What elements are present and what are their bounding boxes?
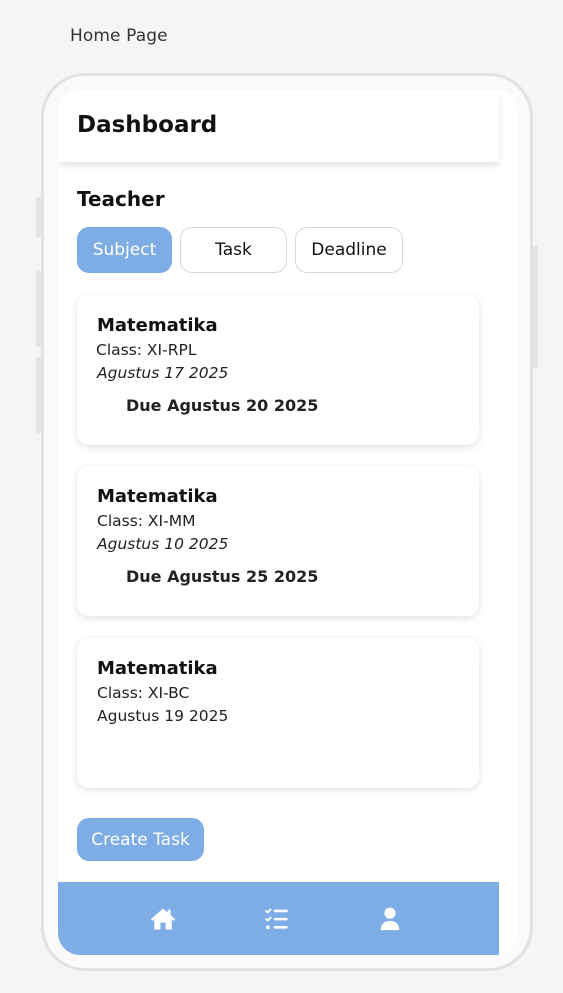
phone-side-button — [533, 246, 538, 368]
task-card[interactable]: Matematika Class: XI-MM Agustus 10 2025 … — [77, 466, 479, 616]
card-subject: Matematika — [97, 486, 218, 507]
card-subject: Matematika — [97, 315, 218, 336]
card-due-date: Due Agustus 25 2025 — [126, 567, 319, 586]
page-title: Dashboard — [77, 112, 218, 138]
phone-screen: Dashboard Teacher Subject Task Deadline … — [58, 90, 517, 955]
create-task-button[interactable]: Create Task — [77, 818, 204, 861]
tab-task[interactable]: Task — [180, 227, 287, 273]
tab-deadline[interactable]: Deadline — [295, 227, 403, 273]
card-due-date: Due Agustus 20 2025 — [126, 396, 319, 415]
task-card[interactable]: Matematika Class: XI-BC Agustus 19 2025 — [77, 638, 479, 788]
tab-subject[interactable]: Subject — [77, 227, 172, 273]
card-class: Class: XI-RPL — [96, 341, 197, 359]
home-icon — [150, 908, 176, 929]
page-label: Home Page — [70, 26, 168, 46]
card-date: Agustus 19 2025 — [97, 707, 229, 725]
nav-profile[interactable] — [375, 904, 405, 934]
app-header: Dashboard — [58, 90, 499, 162]
filter-tabs: Subject Task Deadline — [77, 227, 403, 273]
card-date: Agustus 10 2025 — [97, 535, 229, 553]
user-icon — [380, 907, 400, 930]
nav-home[interactable] — [148, 904, 178, 934]
nav-tasks[interactable] — [261, 904, 291, 934]
card-date: Agustus 17 2025 — [97, 364, 229, 382]
task-list-icon — [265, 907, 289, 929]
task-card[interactable]: Matematika Class: XI-RPL Agustus 17 2025… — [77, 295, 479, 445]
card-subject: Matematika — [97, 658, 218, 679]
section-title: Teacher — [77, 187, 165, 211]
card-class: Class: XI-MM — [97, 512, 196, 530]
card-class: Class: XI-BC — [97, 684, 190, 702]
bottom-nav — [58, 882, 499, 955]
